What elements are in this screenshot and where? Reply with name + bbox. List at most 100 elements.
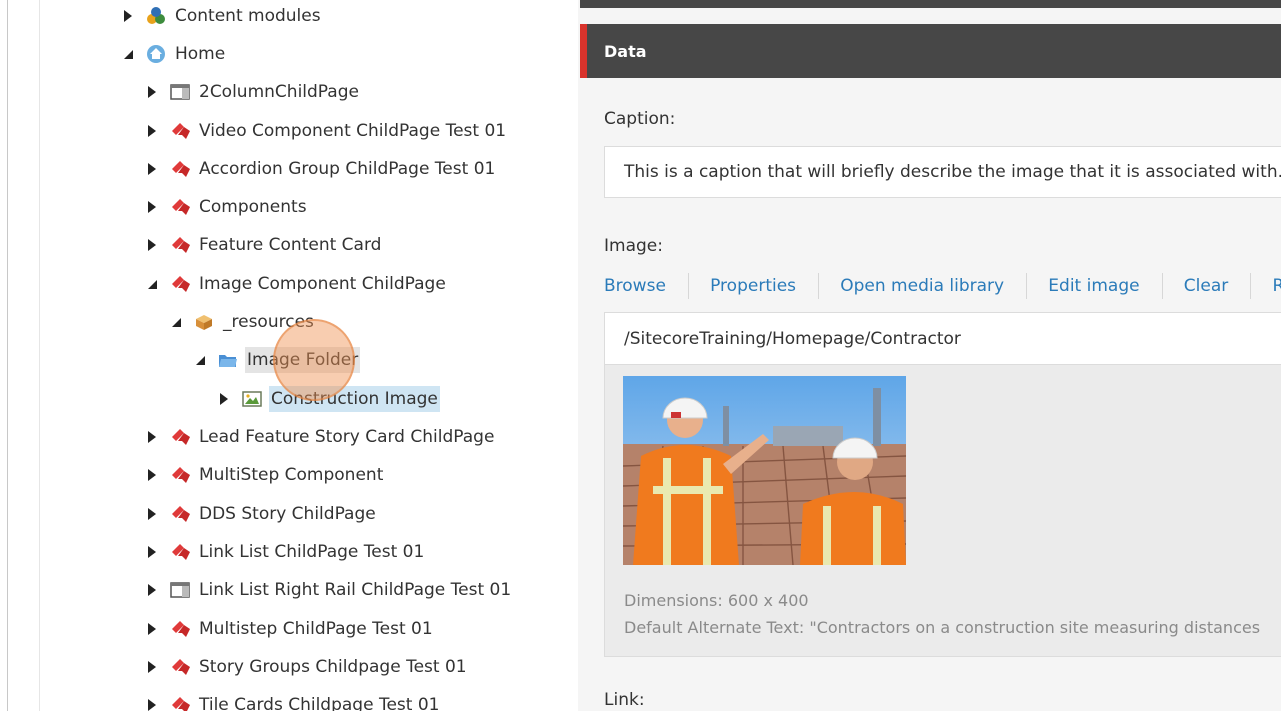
tree-item-tile-cards-childpage[interactable]: Tile Cards Childpage Test 01 — [146, 690, 441, 711]
tree-item-multistep-childpage[interactable]: Multistep ChildPage Test 01 — [146, 614, 435, 644]
expand-arrow-icon[interactable] — [146, 86, 158, 98]
tree-item-label[interactable]: Home — [173, 41, 227, 67]
expand-arrow-icon[interactable] — [146, 469, 158, 481]
red-bookmark-icon — [170, 465, 190, 485]
expand-arrow-icon[interactable] — [146, 699, 158, 711]
collapse-arrow-icon[interactable] — [146, 278, 158, 290]
expand-arrow-icon[interactable] — [146, 661, 158, 673]
expand-arrow-icon[interactable] — [146, 125, 158, 137]
section-header-data[interactable]: Data — [580, 24, 1281, 78]
tree-item-label[interactable]: DDS Story ChildPage — [197, 501, 378, 527]
expand-arrow-icon[interactable] — [146, 508, 158, 520]
red-bookmark-icon — [170, 695, 190, 711]
tree-item-image-component-childpage[interactable]: Image Component ChildPage — [146, 269, 448, 299]
tree-item-video-component[interactable]: Video Component ChildPage Test 01 — [146, 116, 508, 146]
tree-item-label[interactable]: MultiStep Component — [197, 462, 385, 488]
content-top-bar — [580, 0, 1281, 8]
tree-item-image-folder[interactable]: Image Folder — [194, 345, 361, 375]
tree-item-label[interactable]: Image Component ChildPage — [197, 271, 448, 297]
expand-arrow-icon[interactable] — [146, 431, 158, 443]
tree-item-label[interactable]: Construction Image — [269, 386, 440, 412]
tree-item-lead-feature-story-card[interactable]: Lead Feature Story Card ChildPage — [146, 422, 496, 452]
red-bookmark-icon — [170, 542, 190, 562]
clear-link[interactable]: Clear — [1184, 276, 1228, 296]
tree-item-dds-story-childpage[interactable]: DDS Story ChildPage — [146, 499, 378, 529]
red-bookmark-icon — [170, 274, 190, 294]
page-layout-icon — [170, 580, 190, 600]
expand-arrow-icon[interactable] — [146, 584, 158, 596]
modules-icon — [146, 6, 166, 26]
red-bookmark-icon — [170, 427, 190, 447]
tree-item-multistep-component[interactable]: MultiStep Component — [146, 460, 385, 490]
content-tree: Content modules Home 2ColumnChildPage Vi… — [0, 0, 578, 711]
tree-item-label[interactable]: 2ColumnChildPage — [197, 79, 361, 105]
tree-item-label[interactable]: Multistep ChildPage Test 01 — [197, 616, 435, 642]
tree-item-link-list-right-rail[interactable]: Link List Right Rail ChildPage Test 01 — [146, 575, 513, 605]
red-bookmark-icon — [170, 197, 190, 217]
tree-item-content-modules[interactable]: Content modules — [122, 1, 323, 31]
tree-item-label[interactable]: Link List ChildPage Test 01 — [197, 539, 426, 565]
red-bookmark-icon — [170, 235, 190, 255]
tree-item-label[interactable]: _resources — [221, 309, 316, 335]
section-accent — [580, 24, 587, 78]
expand-arrow-icon[interactable] — [146, 623, 158, 635]
tree-item-label[interactable]: Story Groups Childpage Test 01 — [197, 654, 469, 680]
tree-item-resources[interactable]: _resources — [170, 307, 316, 337]
image-preview-panel: Dimensions: 600 x 400 Default Alternate … — [604, 364, 1281, 657]
caption-field[interactable]: This is a caption that will briefly desc… — [604, 146, 1281, 198]
image-icon — [242, 389, 262, 409]
construction-image-thumbnail[interactable] — [623, 376, 906, 565]
refresh-link[interactable]: Re — [1272, 276, 1281, 296]
tree-guide-line — [7, 0, 8, 711]
tree-guide-line — [39, 0, 40, 711]
tree-item-label[interactable]: Components — [197, 194, 309, 220]
image-dimensions: Dimensions: 600 x 400 — [624, 591, 809, 610]
browse-link[interactable]: Browse — [604, 276, 666, 296]
tree-item-label[interactable]: Link List Right Rail ChildPage Test 01 — [197, 577, 513, 603]
image-path-field[interactable]: /SitecoreTraining/Homepage/Contractor — [604, 312, 1281, 365]
caption-label: Caption: — [604, 109, 676, 129]
tree-item-label[interactable]: Accordion Group ChildPage Test 01 — [197, 156, 497, 182]
tree-item-label[interactable]: Lead Feature Story Card ChildPage — [197, 424, 496, 450]
red-bookmark-icon — [170, 619, 190, 639]
caption-value: This is a caption that will briefly desc… — [624, 162, 1281, 182]
properties-link[interactable]: Properties — [710, 276, 796, 296]
tree-item-label[interactable]: Tile Cards Childpage Test 01 — [197, 692, 441, 711]
tree-item-link-list-childpage[interactable]: Link List ChildPage Test 01 — [146, 537, 426, 567]
image-path-value: /SitecoreTraining/Homepage/Contractor — [624, 328, 961, 349]
tree-item-story-groups-childpage[interactable]: Story Groups Childpage Test 01 — [146, 652, 469, 682]
box-icon — [194, 312, 214, 332]
expand-arrow-icon[interactable] — [122, 10, 134, 22]
folder-icon — [218, 350, 238, 370]
tree-item-label[interactable]: Feature Content Card — [197, 232, 383, 258]
link-label: Link: — [604, 690, 645, 710]
open-media-library-link[interactable]: Open media library — [840, 276, 1004, 296]
red-bookmark-icon — [170, 657, 190, 677]
image-alt-text: Default Alternate Text: "Contractors on … — [624, 618, 1261, 637]
expand-arrow-icon[interactable] — [146, 163, 158, 175]
expand-arrow-icon[interactable] — [146, 546, 158, 558]
tree-item-construction-image[interactable]: Construction Image — [218, 384, 440, 414]
tree-item-home[interactable]: Home — [122, 39, 227, 69]
content-editor: Data Caption: This is a caption that wil… — [578, 0, 1281, 711]
tree-item-label[interactable]: Video Component ChildPage Test 01 — [197, 118, 508, 144]
collapse-arrow-icon[interactable] — [170, 316, 182, 328]
expand-arrow-icon[interactable] — [146, 239, 158, 251]
edit-image-link[interactable]: Edit image — [1048, 276, 1139, 296]
tree-item-components[interactable]: Components — [146, 192, 309, 222]
expand-arrow-icon[interactable] — [218, 393, 230, 405]
collapse-arrow-icon[interactable] — [194, 354, 206, 366]
tree-item-2columnchildpage[interactable]: 2ColumnChildPage — [146, 77, 361, 107]
red-bookmark-icon — [170, 504, 190, 524]
image-label: Image: — [604, 236, 663, 256]
tree-item-label[interactable]: Image Folder — [245, 347, 361, 373]
red-bookmark-icon — [170, 121, 190, 141]
tree-item-label[interactable]: Content modules — [173, 3, 323, 29]
page-layout-icon — [170, 82, 190, 102]
collapse-arrow-icon[interactable] — [122, 48, 134, 60]
tree-item-accordion-group[interactable]: Accordion Group ChildPage Test 01 — [146, 154, 497, 184]
red-bookmark-icon — [170, 159, 190, 179]
expand-arrow-icon[interactable] — [146, 201, 158, 213]
section-title: Data — [604, 41, 647, 61]
tree-item-feature-content-card[interactable]: Feature Content Card — [146, 230, 383, 260]
